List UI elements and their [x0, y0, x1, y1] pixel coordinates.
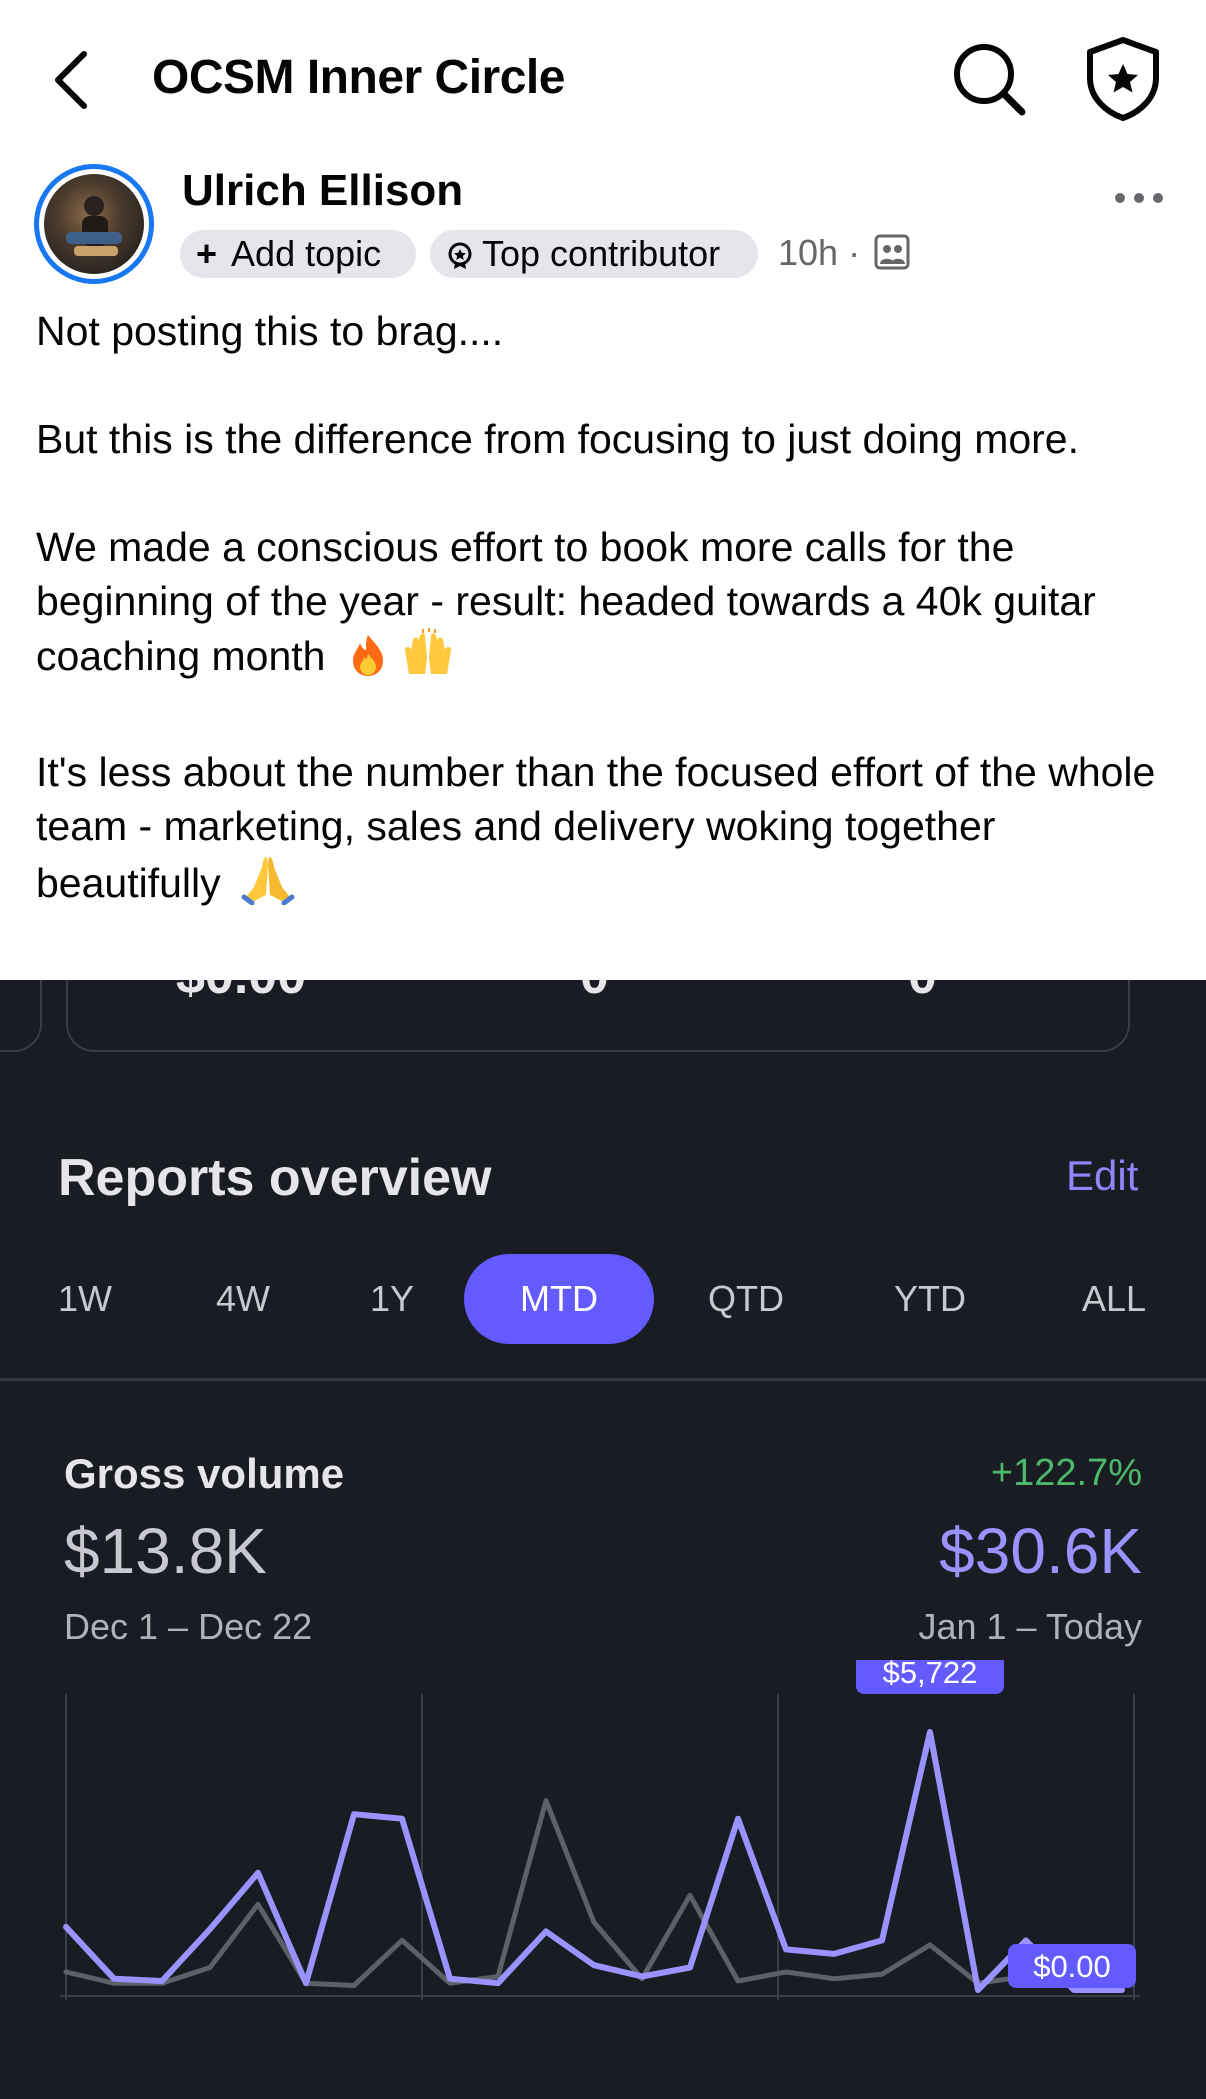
- current-period-range: Jan 1 – Today: [918, 1606, 1142, 1647]
- post-paragraph: We made a conscious effort to book more …: [36, 520, 1186, 691]
- chevron-left-icon[interactable]: [44, 48, 104, 112]
- tab-all[interactable]: ALL: [1066, 1254, 1162, 1344]
- post-body: Not posting this to brag.... But this is…: [36, 304, 1186, 972]
- gross-volume-chart[interactable]: $5,722 $0.00: [0, 1660, 1206, 2099]
- tab-qtd[interactable]: QTD: [696, 1254, 796, 1344]
- add-topic-label: Add topic: [231, 233, 382, 274]
- fire-emoji: [345, 632, 391, 691]
- percent-change: +122.7%: [990, 1452, 1142, 1494]
- tab-ytd[interactable]: YTD: [880, 1254, 980, 1344]
- award-icon: [448, 242, 472, 269]
- avatar[interactable]: [34, 164, 154, 284]
- cut-off-value: 0: [908, 980, 937, 1006]
- cut-off-value: 0: [580, 980, 609, 1006]
- search-icon[interactable]: [948, 38, 1030, 120]
- current-period-value: $30.6K: [939, 1515, 1142, 1587]
- latest-value-label: $0.00: [1008, 1944, 1136, 1988]
- tab-1w[interactable]: 1W: [44, 1254, 126, 1344]
- reports-screenshot: $0.00 0 0 Reports overview Edit 1W 4W 1Y…: [0, 980, 1206, 2099]
- folded-hands-emoji: [240, 853, 296, 918]
- peak-value-label: $5,722: [856, 1660, 1004, 1694]
- add-topic-button[interactable]: + Add topic: [180, 230, 416, 278]
- edit-button[interactable]: Edit: [1066, 1152, 1138, 1200]
- group-members-icon: [874, 234, 910, 270]
- period-tabs: 1W 4W 1Y MTD QTD YTD ALL: [0, 1254, 1206, 1350]
- raising-hands-emoji: [399, 628, 457, 691]
- gross-volume-label: Gross volume: [64, 1450, 345, 1497]
- post-author-row: Ulrich Ellison + Add topic Top contributo…: [0, 160, 1206, 290]
- top-bar: OCSM Inner Circle: [0, 30, 1206, 130]
- post-paragraph: It's less about the number than the focu…: [36, 745, 1186, 918]
- reports-overview-title: Reports overview: [58, 1149, 492, 1207]
- tab-mtd[interactable]: MTD: [464, 1254, 654, 1344]
- previous-period-line: [63, 1798, 1029, 1988]
- facebook-post-panel: OCSM Inner Circle Ulrich Ellison + Add t…: [0, 0, 1206, 980]
- group-title: OCSM Inner Circle: [152, 51, 565, 104]
- previous-period-value: $13.8K: [64, 1515, 267, 1587]
- svg-text:$5,722: $5,722: [883, 1660, 978, 1690]
- top-contributor-badge[interactable]: Top contributor: [430, 230, 758, 278]
- tab-4w[interactable]: 4W: [198, 1254, 288, 1344]
- more-options-icon[interactable]: [1112, 188, 1166, 208]
- cut-off-value: $0.00: [176, 980, 306, 1006]
- shield-star-icon[interactable]: [1080, 34, 1166, 124]
- post-paragraph: Not posting this to brag....: [36, 308, 504, 354]
- svg-text:$0.00: $0.00: [1033, 1949, 1111, 1984]
- post-time: 10h ·: [778, 232, 861, 273]
- plus-icon: +: [196, 233, 218, 274]
- post-paragraph: But this is the difference from focusing…: [36, 416, 1079, 462]
- divider: [0, 1378, 1206, 1381]
- tab-1y[interactable]: 1Y: [352, 1254, 432, 1344]
- previous-period-range: Dec 1 – Dec 22: [64, 1606, 313, 1647]
- card-border: [0, 980, 42, 1052]
- top-contributor-label: Top contributor: [482, 233, 721, 274]
- author-name[interactable]: Ulrich Ellison: [182, 166, 463, 216]
